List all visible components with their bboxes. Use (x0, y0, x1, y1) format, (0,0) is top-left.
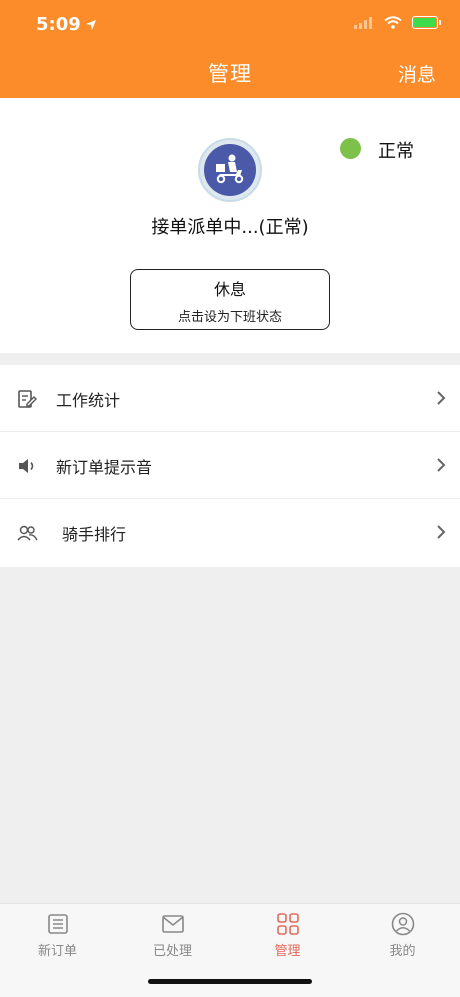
chevron-right-icon (437, 525, 446, 539)
rest-button-hint: 点击设为下班状态 (177, 310, 282, 325)
chevron-right-icon (437, 391, 446, 405)
tab-new-orders[interactable]: 新订单 (0, 912, 115, 959)
tab-me[interactable]: 我的 (345, 912, 460, 959)
battery-icon (412, 16, 441, 29)
location-arrow-icon (85, 19, 96, 30)
list-icon (47, 914, 68, 934)
chevron-right-icon (437, 458, 446, 472)
status-indicator-dot (340, 138, 361, 159)
users-icon (17, 525, 38, 541)
tab-label: 我的 (389, 944, 416, 959)
mail-check-icon (161, 915, 184, 933)
app-header: 5:09 管理 消息 (0, 0, 460, 98)
rest-button-label: 休息 (213, 280, 246, 299)
menu-item-work-stats[interactable]: 工作统计 (0, 365, 460, 432)
menu-item-new-order-sound[interactable]: 新订单提示音 (0, 432, 460, 499)
delivery-scooter-icon (216, 154, 244, 184)
menu-item-label: 新订单提示音 (56, 458, 153, 477)
rider-avatar (198, 138, 262, 202)
status-time: 5:09 (36, 14, 97, 35)
page-title: 管理 (208, 62, 252, 86)
tab-processed[interactable]: 已处理 (115, 912, 230, 959)
status-label: 正常 (378, 141, 414, 162)
rest-button[interactable]: 休息 点击设为下班状态 (130, 269, 330, 330)
rider-status-card: 正常 接单派单中...(正常) 休息 点击设为下班状态 (0, 98, 460, 353)
home-indicator (148, 979, 312, 984)
menu-item-label: 骑手排行 (62, 525, 127, 544)
status-indicators (354, 16, 441, 29)
dispatch-status-text: 接单派单中...(正常) (151, 217, 309, 238)
tab-management[interactable]: 管理 (230, 912, 345, 959)
tab-label: 管理 (274, 944, 301, 959)
clock-text: 5:09 (36, 14, 81, 35)
tab-label: 新订单 (37, 944, 77, 959)
profile-icon (391, 912, 414, 936)
wifi-icon (384, 16, 402, 29)
tab-label: 已处理 (152, 944, 192, 959)
speaker-icon (19, 459, 34, 473)
menu-item-rider-ranking[interactable]: 骑手排行 (0, 499, 460, 567)
menu-item-label: 工作统计 (56, 391, 121, 410)
signal-icon (354, 16, 372, 29)
grid-icon (276, 913, 299, 935)
messages-button[interactable]: 消息 (398, 60, 436, 87)
management-menu: 工作统计 新订单提示音 骑手排行 (0, 365, 460, 567)
edit-document-icon (18, 390, 37, 408)
